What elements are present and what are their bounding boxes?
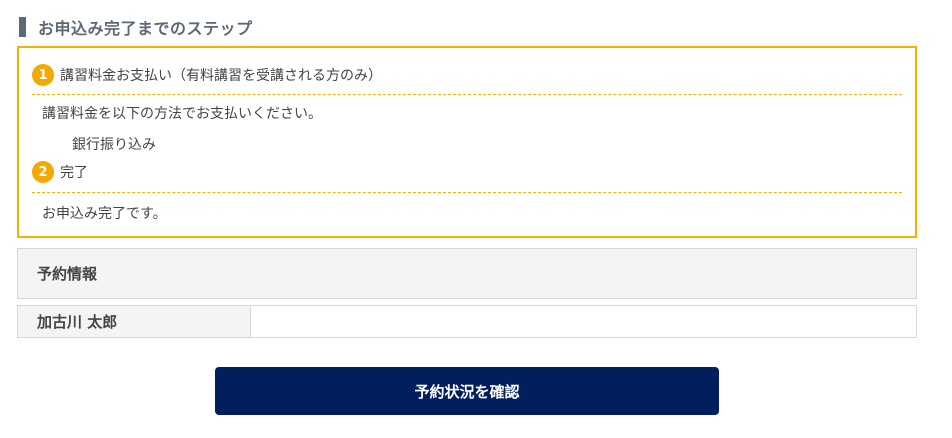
step-description: 講習料金を以下の方法でお支払いください。 [42, 106, 322, 122]
reservation-info-table: 予約情報 加古川 太郎 [17, 248, 917, 338]
step-title: 講習料金お支払い（有料講習を受講される方のみ） [60, 68, 382, 84]
step-2: 2 完了 [32, 161, 88, 183]
steps-box: 1 講習料金お支払い（有料講習を受講される方のみ） 講習料金を以下の方法でお支払… [17, 46, 917, 238]
step-number-badge: 2 [32, 161, 54, 183]
dashed-divider [32, 94, 902, 95]
reservation-header: 予約情報 [17, 248, 917, 299]
section-title: お申込み完了までのステップ [38, 19, 253, 38]
step-1: 1 講習料金お支払い（有料講習を受講される方のみ） [32, 64, 382, 86]
heading-bar [19, 17, 26, 37]
step-number-badge: 1 [32, 64, 54, 86]
dashed-divider [32, 192, 902, 193]
confirm-reservation-button[interactable]: 予約状況を確認 [215, 367, 719, 415]
step-title: 完了 [60, 165, 88, 181]
payment-method: 銀行振り込み [72, 137, 156, 153]
reservation-name-label: 加古川 太郎 [18, 306, 251, 337]
reservation-name-row: 加古川 太郎 [17, 305, 917, 338]
section-heading: お申込み完了までのステップ [19, 14, 253, 40]
reservation-name-value [251, 306, 916, 337]
step-description: お申込み完了です。 [42, 206, 167, 222]
